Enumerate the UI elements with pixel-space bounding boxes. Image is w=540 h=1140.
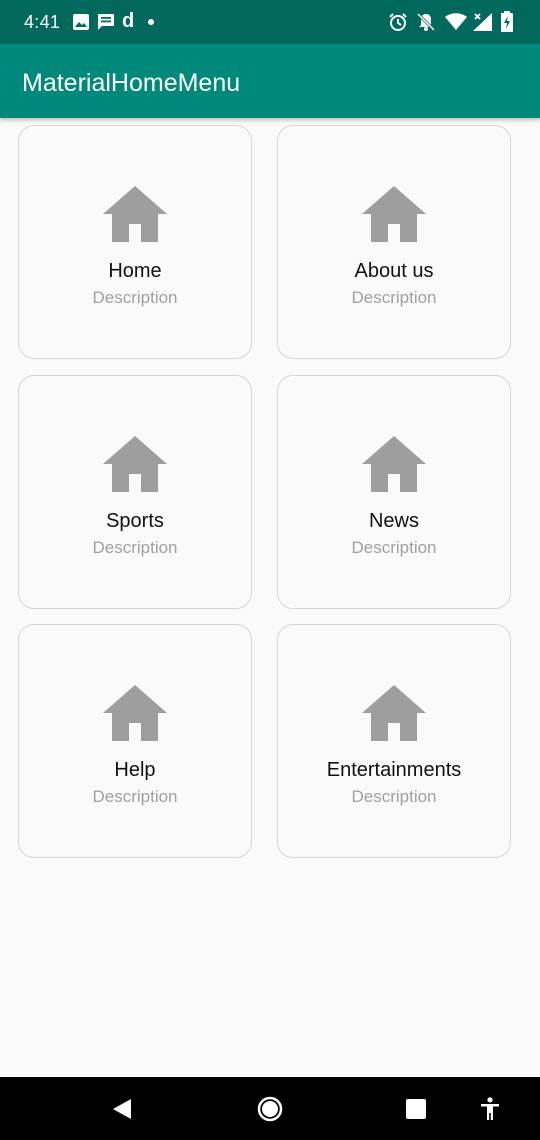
menu-card-description: Description xyxy=(92,787,178,806)
alarm-icon xyxy=(388,11,408,33)
image-icon xyxy=(72,11,90,33)
dot-icon xyxy=(146,11,156,33)
menu-card-about-us[interactable]: About us Description xyxy=(277,125,511,359)
home-icon xyxy=(103,436,167,492)
status-bar: 4:41 d xyxy=(0,0,540,44)
menu-card-description: Description xyxy=(351,538,437,557)
menu-card-description: Description xyxy=(351,288,437,307)
menu-card-title: Help xyxy=(114,759,156,781)
message-icon xyxy=(96,11,116,33)
app-bar: MaterialHomeMenu xyxy=(0,44,540,118)
home-icon xyxy=(362,685,426,741)
menu-card-entertainments[interactable]: Entertainments Description xyxy=(277,624,511,858)
menu-card-description: Description xyxy=(92,288,178,307)
menu-card-title: News xyxy=(368,510,419,532)
menu-card-sports[interactable]: Sports Description xyxy=(18,375,252,609)
menu-card-title: About us xyxy=(354,260,434,282)
home-icon xyxy=(103,685,167,741)
menu-card-home[interactable]: Home Description xyxy=(18,125,252,359)
menu-card-title: Sports xyxy=(106,510,164,532)
menu-card-news[interactable]: News Description xyxy=(277,375,511,609)
menu-card-description: Description xyxy=(92,538,178,557)
signal-icon xyxy=(472,11,494,33)
d-app-icon: d xyxy=(122,10,135,32)
notifications-off-icon xyxy=(416,11,436,33)
menu-card-title: Entertainments xyxy=(326,759,462,781)
menu-card-description: Description xyxy=(351,787,437,806)
menu-card-title: Home xyxy=(108,260,162,282)
home-icon xyxy=(362,186,426,242)
navigation-bar xyxy=(0,1077,540,1140)
home-circle-icon[interactable] xyxy=(249,1077,291,1140)
wifi-icon xyxy=(444,11,468,33)
recents-icon[interactable] xyxy=(396,1077,436,1140)
status-time: 4:41 xyxy=(24,12,61,32)
battery-icon xyxy=(500,11,514,33)
back-icon[interactable] xyxy=(102,1077,142,1140)
accessibility-icon[interactable] xyxy=(470,1077,510,1140)
menu-card-help[interactable]: Help Description xyxy=(18,624,252,858)
home-icon xyxy=(362,436,426,492)
home-icon xyxy=(103,186,167,242)
app-title: MaterialHomeMenu xyxy=(22,69,241,97)
